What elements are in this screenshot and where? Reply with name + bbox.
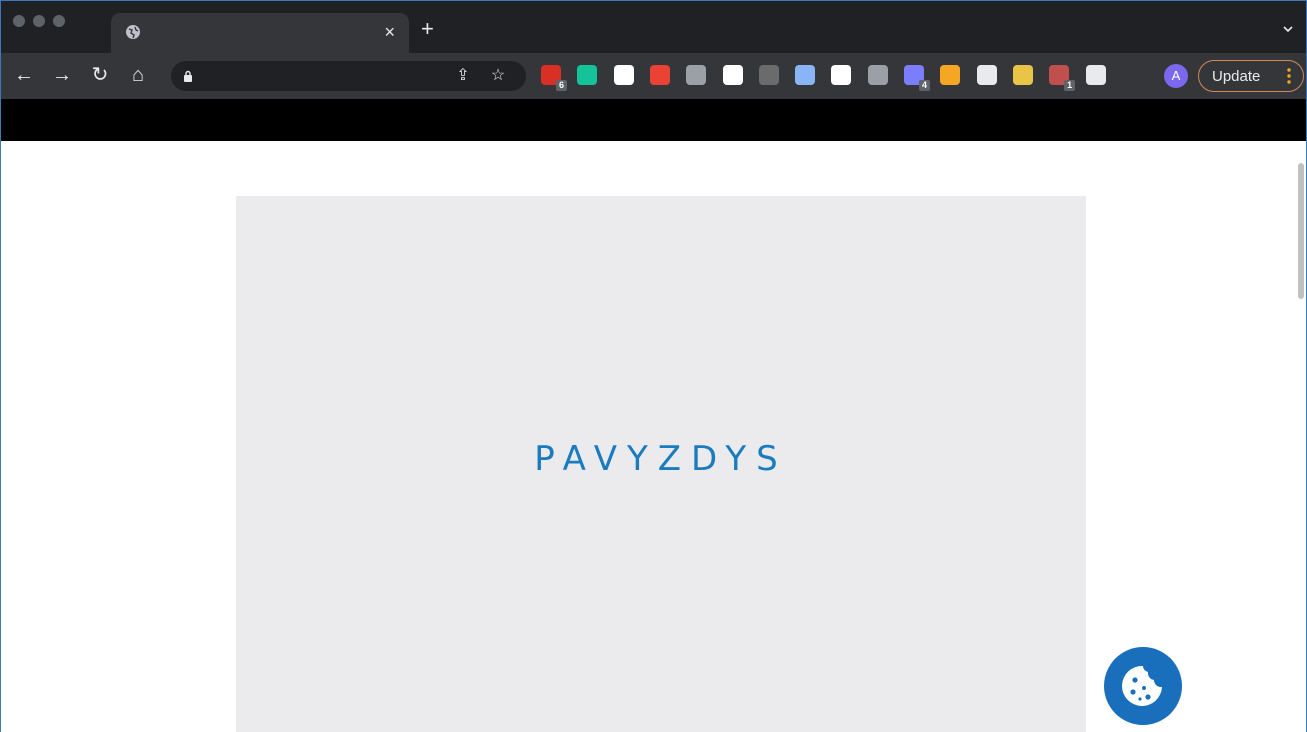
lock-icon bbox=[184, 70, 192, 82]
new-tab-icon[interactable]: + bbox=[421, 18, 434, 40]
hero-title: PAVYZDYS bbox=[534, 439, 788, 479]
cookie-icon bbox=[1122, 665, 1162, 706]
update-button[interactable]: Update bbox=[1198, 60, 1304, 92]
zoom-window-button[interactable] bbox=[53, 15, 65, 27]
tower-extension-icon[interactable] bbox=[940, 65, 961, 85]
extension-badge: 1 bbox=[1064, 80, 1076, 91]
leaf-extension-icon[interactable] bbox=[686, 65, 707, 85]
site-header-banner bbox=[1, 99, 1306, 141]
forward-icon[interactable]: → bbox=[51, 64, 73, 86]
cookie-settings-button[interactable] bbox=[1104, 647, 1182, 725]
arrow-extension-icon[interactable] bbox=[758, 65, 779, 85]
extension-badge: 4 bbox=[919, 80, 930, 91]
share-icon[interactable]: ⇪ bbox=[454, 67, 472, 85]
stop-extension-icon[interactable] bbox=[649, 65, 670, 85]
tag-extension-icon[interactable] bbox=[976, 65, 997, 85]
update-label: Update bbox=[1212, 68, 1261, 85]
sparkle-extension-icon[interactable]: 4 bbox=[904, 65, 930, 91]
puzzle-extension-icon[interactable] bbox=[1085, 65, 1106, 85]
globe-icon bbox=[126, 25, 140, 39]
back-arrow-extension-icon[interactable] bbox=[722, 65, 743, 85]
back-icon[interactable]: ← bbox=[13, 64, 35, 86]
tab-strip: × + bbox=[1, 1, 1306, 53]
li-extension-icon[interactable] bbox=[795, 65, 816, 85]
calendar-extension-icon[interactable]: 6 bbox=[541, 65, 567, 91]
reload-icon[interactable]: ↻ bbox=[89, 64, 111, 86]
profile-avatar[interactable]: A bbox=[1164, 64, 1188, 88]
more-options-icon[interactable] bbox=[1287, 67, 1291, 85]
w-extension-icon[interactable] bbox=[867, 65, 888, 85]
grammarly-extension-icon[interactable] bbox=[577, 65, 598, 85]
home-icon[interactable]: ⌂ bbox=[127, 64, 149, 86]
minimize-window-button[interactable] bbox=[33, 15, 45, 27]
screen-extension-icon[interactable] bbox=[831, 65, 852, 85]
hero-placeholder: PAVYZDYS bbox=[236, 196, 1086, 732]
browser-window: × + ← → ↻ ⌂ ⇪ ☆ 6 4 1 A Update PAVYZDYS bbox=[0, 0, 1307, 732]
close-window-button[interactable] bbox=[13, 15, 25, 27]
page-content: PAVYZDYS bbox=[1, 141, 1306, 732]
ud-extension-icon[interactable]: 1 bbox=[1049, 65, 1076, 91]
tab-search-chevron-icon[interactable] bbox=[1282, 23, 1294, 35]
address-bar[interactable]: ⇪ ☆ bbox=[171, 61, 526, 91]
close-tab-icon[interactable]: × bbox=[384, 22, 395, 42]
grid-extension-icon[interactable] bbox=[1012, 65, 1033, 85]
bookmark-star-icon[interactable]: ☆ bbox=[489, 67, 507, 85]
active-tab[interactable]: × bbox=[111, 13, 409, 53]
extension-badge: 6 bbox=[556, 80, 567, 91]
ghost-extension-icon[interactable] bbox=[613, 65, 634, 85]
scrollbar-thumb[interactable] bbox=[1298, 163, 1304, 299]
